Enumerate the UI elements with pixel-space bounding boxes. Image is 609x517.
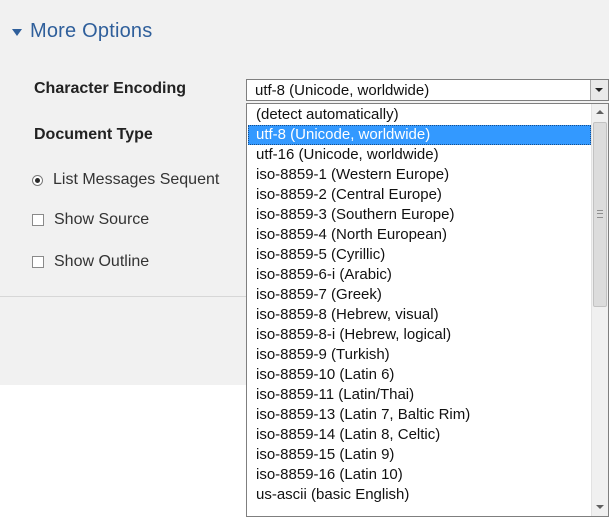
show-outline-checkbox[interactable] bbox=[32, 256, 44, 268]
encoding-option[interactable]: iso-8859-13 (Latin 7, Baltic Rim) bbox=[248, 405, 591, 425]
encoding-option[interactable]: iso-8859-11 (Latin/Thai) bbox=[248, 385, 591, 405]
encoding-option[interactable]: iso-8859-5 (Cyrillic) bbox=[248, 245, 591, 265]
more-options-header[interactable]: More Options bbox=[12, 18, 152, 44]
encoding-option[interactable]: utf-16 (Unicode, worldwide) bbox=[248, 145, 591, 165]
dropdown-arrow-icon[interactable] bbox=[590, 80, 608, 100]
encoding-option[interactable]: iso-8859-15 (Latin 9) bbox=[248, 445, 591, 465]
list-messages-label: List Messages Sequent bbox=[53, 171, 220, 188]
encoding-option[interactable]: (detect automatically) bbox=[248, 105, 591, 125]
triangle-down-icon[interactable] bbox=[12, 29, 22, 36]
document-type-label: Document Type bbox=[34, 126, 153, 143]
encoding-option[interactable]: iso-8859-3 (Southern Europe) bbox=[248, 205, 591, 225]
encoding-option[interactable]: iso-8859-8-i (Hebrew, logical) bbox=[248, 325, 591, 345]
scroll-up-icon[interactable] bbox=[592, 104, 608, 121]
encoding-dropdown-list[interactable]: (detect automatically) utf-8 (Unicode, wo… bbox=[246, 103, 609, 517]
select-current-value: utf-8 (Unicode, worldwide) bbox=[255, 82, 430, 99]
scroll-thumb[interactable] bbox=[593, 122, 607, 307]
encoding-option[interactable]: iso-8859-14 (Latin 8, Celtic) bbox=[248, 425, 591, 445]
encoding-option[interactable]: iso-8859-10 (Latin 6) bbox=[248, 365, 591, 385]
encoding-option[interactable]: iso-8859-16 (Latin 10) bbox=[248, 465, 591, 485]
encoding-option[interactable]: us-ascii (basic English) bbox=[248, 485, 591, 505]
show-outline-label: Show Outline bbox=[54, 253, 150, 270]
dropdown-scrollbar[interactable] bbox=[591, 104, 608, 516]
show-source-checkbox[interactable] bbox=[32, 214, 44, 226]
encoding-option[interactable]: iso-8859-1 (Western Europe) bbox=[248, 165, 591, 185]
section-title: More Options bbox=[30, 19, 153, 42]
show-source-label: Show Source bbox=[54, 211, 150, 228]
show-outline-option[interactable]: Show Outline bbox=[32, 253, 149, 271]
encoding-option[interactable]: iso-8859-8 (Hebrew, visual) bbox=[248, 305, 591, 325]
grip-icon bbox=[597, 210, 603, 218]
encoding-option[interactable]: iso-8859-2 (Central Europe) bbox=[248, 185, 591, 205]
encoding-option[interactable]: utf-8 (Unicode, worldwide) bbox=[248, 125, 591, 145]
list-messages-radio[interactable] bbox=[32, 174, 43, 186]
encoding-option[interactable]: iso-8859-7 (Greek) bbox=[248, 285, 591, 305]
scroll-down-icon[interactable] bbox=[592, 499, 608, 516]
list-messages-option[interactable]: List Messages Sequent bbox=[32, 171, 219, 189]
show-source-option[interactable]: Show Source bbox=[32, 211, 149, 229]
encoding-option[interactable]: iso-8859-6-i (Arabic) bbox=[248, 265, 591, 285]
character-encoding-label: Character Encoding bbox=[34, 80, 187, 97]
encoding-options: (detect automatically) utf-8 (Unicode, wo… bbox=[248, 105, 591, 505]
encoding-option[interactable]: iso-8859-9 (Turkish) bbox=[248, 345, 591, 365]
encoding-option[interactable]: iso-8859-4 (North European) bbox=[248, 225, 591, 245]
character-encoding-select[interactable]: utf-8 (Unicode, worldwide) bbox=[246, 79, 609, 101]
